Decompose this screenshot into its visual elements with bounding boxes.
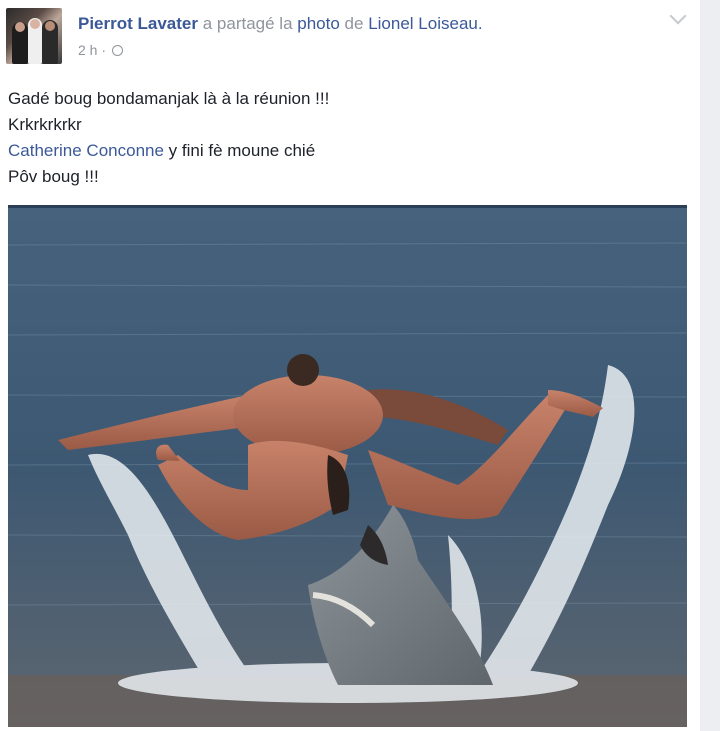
- post-body: Gadé boug bondamanjak là à la réunion !!…: [8, 86, 329, 190]
- author-avatar[interactable]: [6, 8, 62, 64]
- chevron-down-icon[interactable]: [669, 7, 687, 25]
- original-author-link[interactable]: Lionel Loiseau.: [368, 14, 482, 33]
- post-photo[interactable]: [8, 205, 687, 727]
- photo-link[interactable]: photo: [297, 14, 340, 33]
- shark-jump-photo: [8, 205, 687, 727]
- post-line: Krkrkrkrkr: [8, 115, 82, 134]
- post-line: Pôv boug !!!: [8, 167, 99, 186]
- timestamp-link[interactable]: 2 h ·: [78, 42, 106, 58]
- photo-top-border: [8, 205, 687, 208]
- post-line: Gadé boug bondamanjak là à la réunion !!…: [8, 89, 330, 108]
- of-text: de: [344, 14, 364, 33]
- page-side-gutter: [700, 0, 720, 731]
- action-text: a partagé la: [202, 14, 293, 33]
- post-card: Pierrot Lavater a partagé la photo de Li…: [0, 0, 700, 731]
- post-line: Catherine Conconne y fini fè moune chié: [8, 138, 329, 164]
- post-header: Pierrot Lavater a partagé la photo de Li…: [78, 14, 483, 34]
- post-meta: 2 h ·: [78, 42, 123, 58]
- mention-link[interactable]: Catherine Conconne: [8, 141, 164, 160]
- post-line-rest: y fini fè moune chié: [163, 141, 316, 160]
- globe-icon[interactable]: [111, 45, 123, 56]
- author-name-link[interactable]: Pierrot Lavater: [78, 14, 198, 33]
